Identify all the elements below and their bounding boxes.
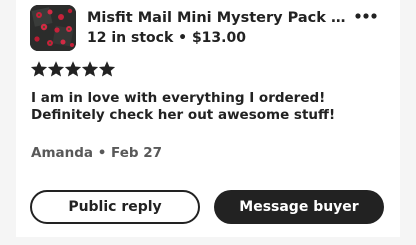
star-icon bbox=[65, 61, 81, 77]
public-reply-button[interactable]: Public reply bbox=[30, 190, 200, 224]
listing-title[interactable]: Misfit Mail Mini Mystery Pack | Ran... bbox=[87, 8, 349, 28]
review-author-date: Amanda • Feb 27 bbox=[31, 145, 163, 161]
more-horizontal-icon bbox=[355, 13, 377, 19]
star-icon bbox=[48, 61, 64, 77]
star-icon bbox=[31, 61, 47, 77]
public-reply-label: Public reply bbox=[68, 199, 162, 215]
star-icon bbox=[82, 61, 98, 77]
message-buyer-button[interactable]: Message buyer bbox=[214, 190, 384, 224]
review-text: I am in love with everything I ordered! … bbox=[31, 90, 336, 123]
listing-stock-price: 12 in stock • $13.00 bbox=[87, 30, 246, 46]
star-icon bbox=[99, 61, 115, 77]
review-card: Misfit Mail Mini Mystery Pack | Ran... 1… bbox=[16, 0, 400, 237]
star-rating bbox=[31, 61, 115, 79]
more-options-button[interactable] bbox=[354, 6, 378, 26]
listing-thumbnail[interactable] bbox=[30, 5, 76, 51]
message-buyer-label: Message buyer bbox=[239, 199, 359, 215]
